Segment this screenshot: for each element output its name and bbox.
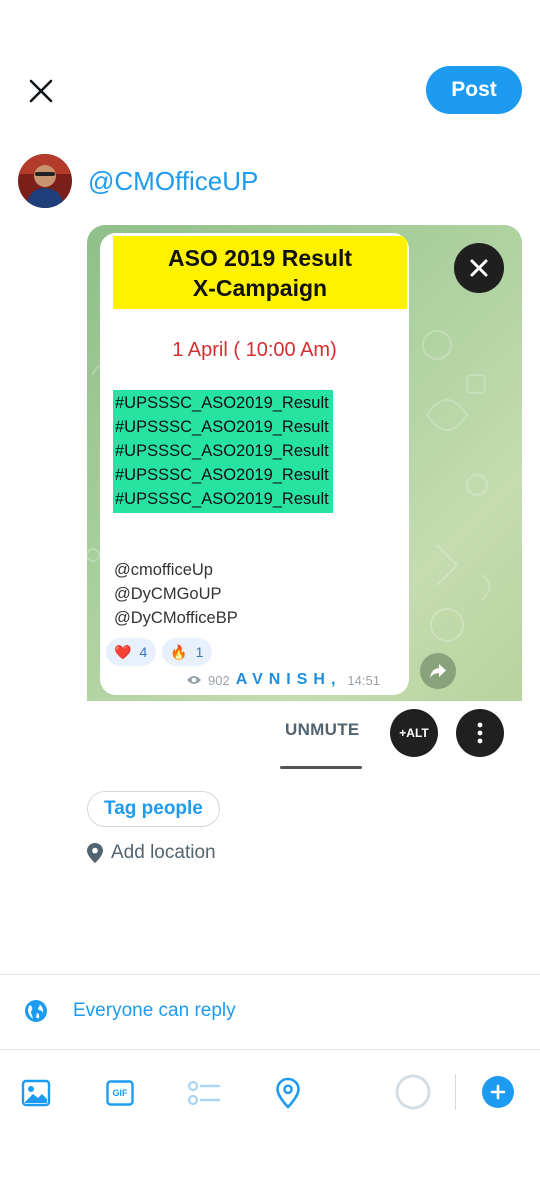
tag-people-button[interactable]: Tag people [87,791,220,827]
add-post-to-thread-button[interactable] [482,1076,514,1108]
location-pin-icon [276,1077,300,1109]
unmute-button[interactable]: UNMUTE [285,720,360,740]
divider [0,1049,540,1050]
image-icon [21,1079,51,1107]
add-gif-button[interactable]: GIF [100,1073,140,1113]
eye-icon [187,676,201,684]
close-icon [29,79,53,103]
hashtag-item: #UPSSSC_ASO2019_Result [115,490,329,508]
hashtag-item: #UPSSSC_ASO2019_Result [115,466,329,484]
close-icon [470,259,488,277]
reaction-count: 1 [195,644,204,660]
remove-media-button[interactable] [454,243,504,293]
more-vertical-icon [477,722,483,744]
character-count-ring [395,1074,431,1110]
mention-item: @cmofficeUp [114,561,213,579]
add-poll-button[interactable] [184,1073,224,1113]
view-count: 902 [208,672,230,688]
hashtag-list: #UPSSSC_ASO2019_Result #UPSSSC_ASO2019_R… [113,390,333,513]
reply-setting[interactable]: Everyone can reply [24,999,236,1023]
poll-icon [187,1080,221,1106]
reply-setting-label: Everyone can reply [73,1000,236,1021]
more-options-button[interactable] [456,709,504,757]
hashtag-item: #UPSSSC_ASO2019_Result [115,418,329,436]
mention-item: @DyCMofficeBP [114,609,238,627]
globe-icon [25,1000,47,1022]
watermark-text: AVNISH, [235,671,342,688]
media-controls: UNMUTE +ALT [87,701,522,775]
divider [0,974,540,975]
media-attachment[interactable]: ASO 2019 Result X-Campaign 1 April ( 10:… [87,225,522,775]
gif-label: GIF [112,1088,128,1098]
add-location-button[interactable]: Add location [87,842,216,864]
media-image: ASO 2019 Result X-Campaign 1 April ( 10:… [87,225,522,701]
mention-list: @cmofficeUp @DyCMGoUP @DyCMofficeBP [114,558,238,630]
message-time: 14:51 [347,672,380,688]
mention-item: @DyCMGoUP [114,585,222,603]
account-handle[interactable]: @CMOfficeUP [88,166,258,197]
message-title-box: ASO 2019 Result X-Campaign [113,236,407,309]
location-pin-icon [87,843,103,863]
message-title-line2: X-Campaign [192,274,328,301]
add-alt-text-button[interactable]: +ALT [390,709,438,757]
add-image-button[interactable] [16,1073,56,1113]
heart-icon: ❤️ [114,643,132,660]
close-button[interactable] [22,72,60,110]
reaction-count: 4 [139,644,148,660]
plus-icon [490,1084,506,1100]
add-location-label: Add location [111,842,216,863]
scrub-bar[interactable] [280,766,362,769]
message-meta: 902 AVNISH, 14:51 [186,671,380,689]
hashtag-item: #UPSSSC_ASO2019_Result [115,394,329,412]
fire-icon: 🔥 [170,643,188,660]
toolbar-separator [455,1074,456,1110]
forward-icon [420,653,456,689]
message-title-line1: ASO 2019 Result [167,244,353,271]
add-location-toolbar-button[interactable] [268,1073,308,1113]
post-button[interactable]: Post [426,66,522,114]
telegram-message: ASO 2019 Result X-Campaign 1 April ( 10:… [100,233,409,695]
avatar[interactable] [18,154,72,208]
hashtag-item: #UPSSSC_ASO2019_Result [115,442,329,460]
reaction-fire: 🔥 1 [162,638,213,666]
reaction-heart: ❤️ 4 [106,638,157,666]
reaction-bar: ❤️ 4 🔥 1 [106,638,213,666]
message-date: 1 April ( 10:00 Am) [172,339,337,361]
